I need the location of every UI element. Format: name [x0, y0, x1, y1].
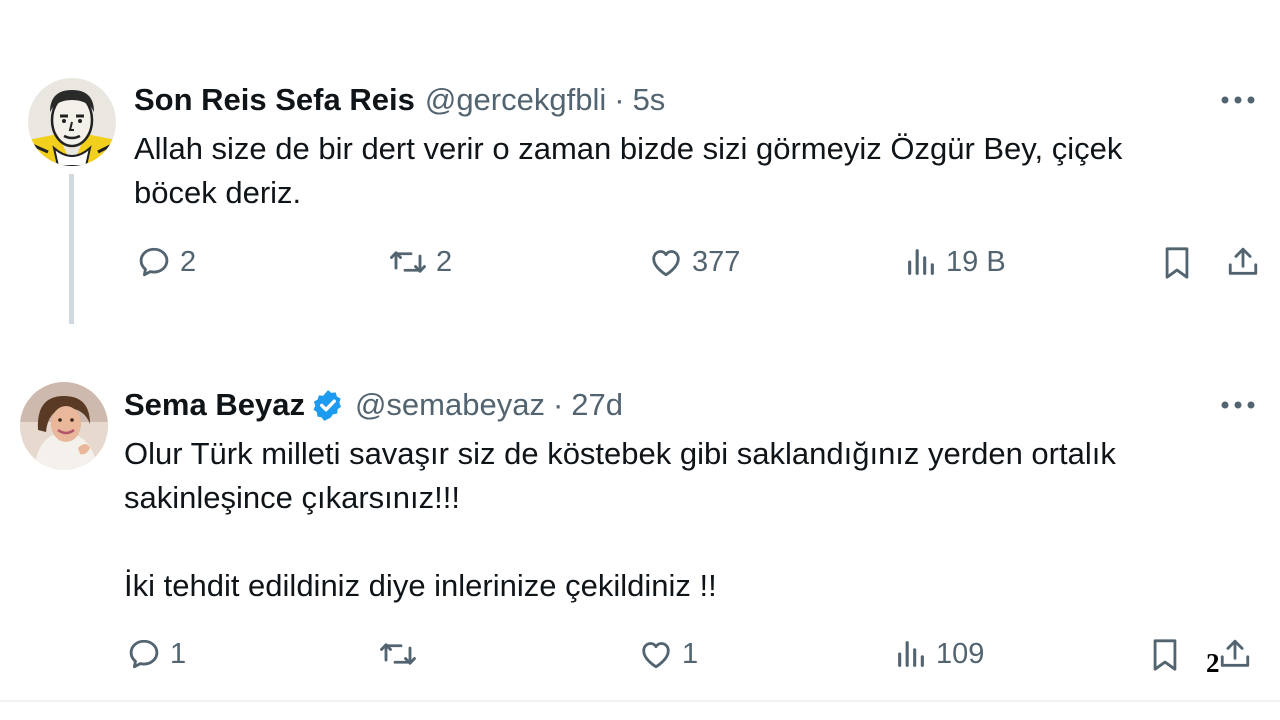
user-handle[interactable]: @semabeyaz — [355, 387, 545, 423]
share-button[interactable] — [1226, 244, 1260, 280]
cartoon-face-image — [28, 78, 116, 166]
tweet-2[interactable]: Sema Beyaz @semabeyaz · 27d Olur Türk mi… — [0, 340, 1280, 702]
like-count: 1 — [682, 637, 699, 670]
tweet-header: Son Reis Sefa Reis @gercekgfbli · 5s — [134, 82, 665, 118]
reply-icon — [129, 639, 159, 669]
avatar[interactable] — [20, 382, 108, 470]
tweet-text: Allah size de bir dert verir o zaman biz… — [134, 131, 1123, 210]
views-button[interactable]: 109 — [894, 636, 984, 672]
tweet-text: Olur Türk milleti savaşır siz de köstebe… — [124, 436, 1116, 603]
avatar[interactable] — [28, 78, 116, 166]
tweet-1[interactable]: Son Reis Sefa Reis @gercekgfbli · 5s All… — [0, 0, 1280, 340]
more-button[interactable] — [1218, 86, 1258, 114]
divider — [0, 700, 1280, 702]
page-number: 2 — [1206, 648, 1220, 678]
views-button[interactable]: 19 B — [904, 244, 1006, 280]
share-icon — [1228, 247, 1258, 275]
reply-icon — [139, 247, 169, 277]
like-icon — [652, 250, 680, 277]
verified-badge-icon[interactable] — [311, 388, 345, 422]
bookmark-button[interactable] — [1148, 636, 1182, 674]
like-count: 377 — [692, 245, 741, 278]
like-button[interactable]: 377 — [648, 244, 740, 280]
separator: · — [614, 82, 625, 117]
thread-connector-line — [69, 174, 74, 324]
user-handle[interactable]: @gercekgfbli — [425, 82, 606, 118]
reply-count: 2 — [180, 245, 197, 278]
separator: · — [552, 387, 564, 422]
reply-button[interactable]: 2 — [136, 244, 196, 280]
retweet-button[interactable]: 2 — [388, 244, 452, 280]
more-icon — [1221, 96, 1255, 104]
bookmark-icon — [1153, 639, 1177, 671]
share-button[interactable] — [1218, 636, 1252, 672]
display-name[interactable]: Sema Beyaz — [124, 387, 305, 423]
views-count: 109 — [936, 637, 985, 670]
views-icon — [908, 249, 934, 275]
tweet-header: Sema Beyaz @semabeyaz · 27d — [124, 387, 623, 423]
views-count: 19 B — [946, 245, 1006, 278]
more-icon — [1221, 401, 1255, 409]
retweet-icon — [380, 643, 416, 665]
profile-photo-image — [20, 382, 108, 470]
views-icon — [898, 641, 924, 667]
share-icon — [1220, 639, 1250, 667]
reply-button[interactable]: 1 — [126, 636, 186, 672]
more-button[interactable] — [1218, 391, 1258, 419]
like-button[interactable]: 1 — [638, 636, 698, 672]
like-icon — [642, 642, 670, 669]
reply-count: 1 — [170, 637, 187, 670]
retweet-count: 2 — [436, 245, 453, 278]
timestamp[interactable]: 5s — [633, 82, 666, 118]
display-name[interactable]: Son Reis Sefa Reis — [134, 82, 415, 118]
bookmark-button[interactable] — [1160, 244, 1194, 282]
bookmark-icon — [1165, 247, 1189, 279]
retweet-icon — [390, 251, 426, 273]
retweet-button[interactable] — [378, 636, 426, 672]
timestamp[interactable]: 27d — [571, 387, 623, 423]
